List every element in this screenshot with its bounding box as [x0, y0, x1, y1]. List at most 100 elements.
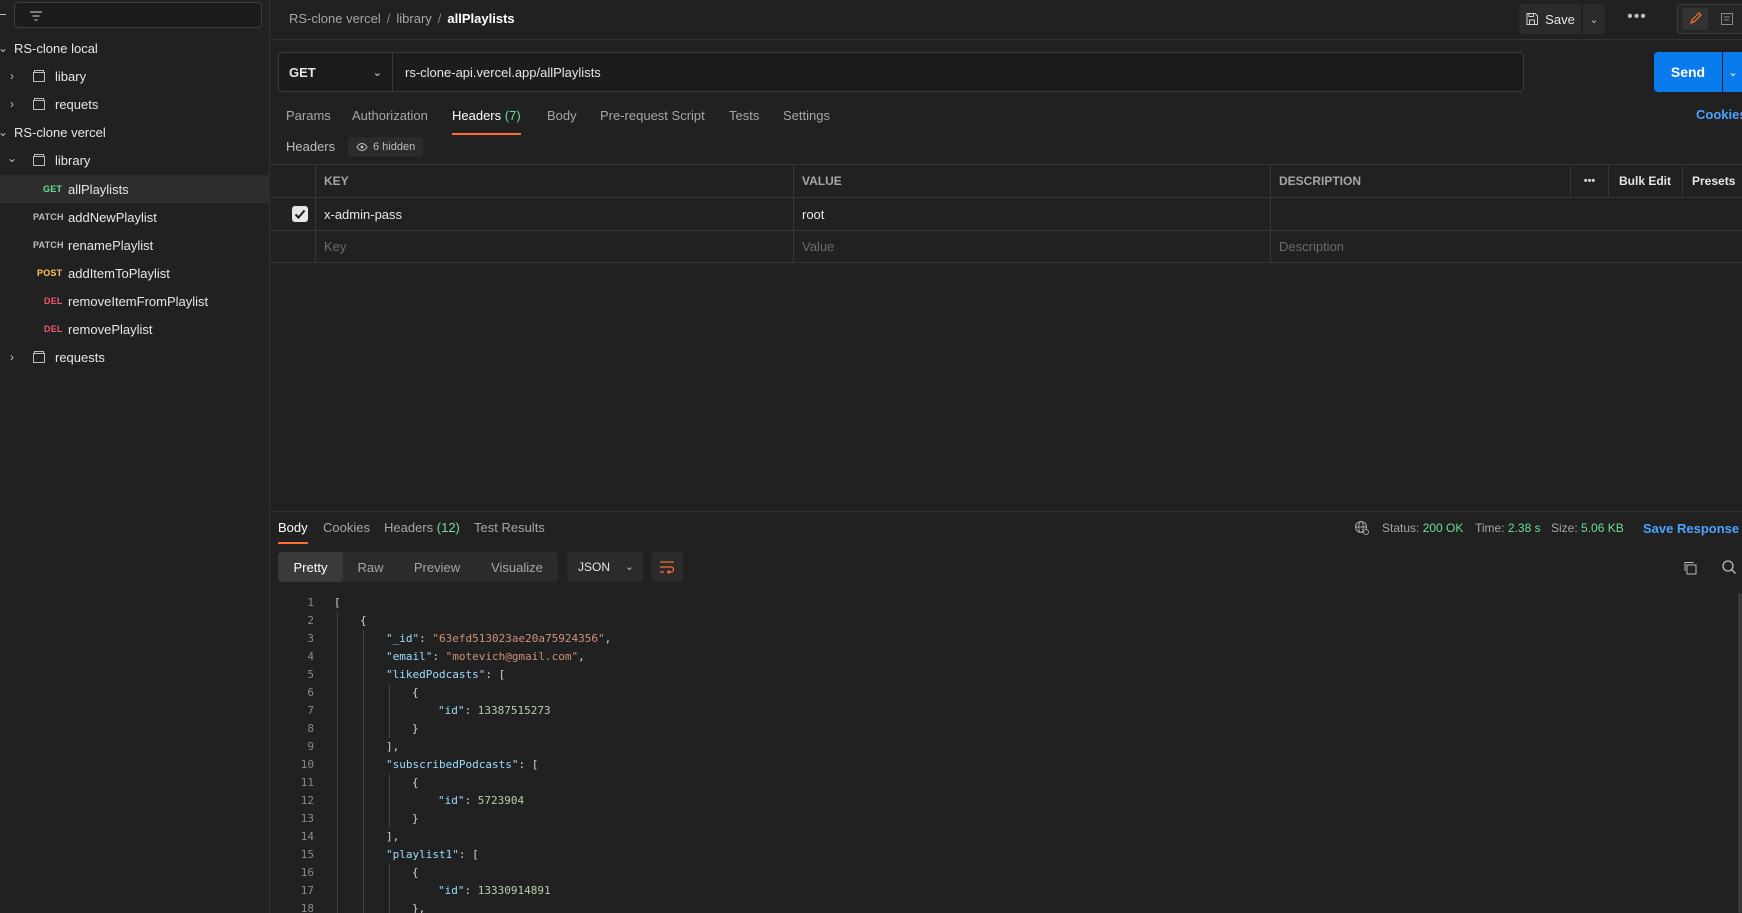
- presets-button[interactable]: Presets: [1682, 165, 1742, 197]
- tab-tests[interactable]: Tests: [729, 108, 759, 136]
- url-input[interactable]: [393, 52, 1524, 92]
- folder-requets[interactable]: › requets: [0, 90, 270, 118]
- hidden-headers-label: 6 hidden: [373, 141, 416, 153]
- chevron-down-icon[interactable]: ⌄: [6, 152, 18, 164]
- view-visualize-button[interactable]: Visualize: [476, 552, 558, 582]
- view-preview-button[interactable]: Preview: [398, 552, 476, 582]
- collection-name: RS-clone vercel: [14, 124, 106, 140]
- copy-icon[interactable]: [1682, 560, 1698, 576]
- request-item-additemtoplaylist[interactable]: POST addItemToPlaylist: [0, 259, 270, 287]
- folder-requests[interactable]: › requests: [0, 343, 270, 371]
- chevron-right-icon[interactable]: ›: [6, 98, 18, 110]
- request-name: allPlaylists: [68, 181, 129, 197]
- chevron-down-icon[interactable]: ⌄: [0, 126, 9, 138]
- response-divider[interactable]: [271, 511, 1742, 512]
- collection-name: RS-clone local: [14, 40, 98, 56]
- more-actions-icon[interactable]: •••: [1625, 7, 1649, 31]
- globe-icon[interactable]: [1354, 520, 1370, 536]
- breadcrumb-separator: /: [437, 11, 442, 26]
- response-tab-body[interactable]: Body: [278, 520, 308, 544]
- code-token: "likedPodcasts": [386, 668, 486, 681]
- tab-params[interactable]: Params: [286, 108, 331, 136]
- response-tab-test-results[interactable]: Test Results: [474, 520, 545, 544]
- response-tab-cookies[interactable]: Cookies: [323, 520, 370, 544]
- edit-mode-button[interactable]: [1682, 8, 1708, 30]
- response-time[interactable]: Time: 2.38 s: [1475, 521, 1541, 535]
- code-token: {: [412, 686, 419, 699]
- new-key-input[interactable]: Key: [315, 231, 793, 262]
- send-options-chevron-icon[interactable]: ⌄: [1723, 52, 1742, 92]
- chevron-down-icon[interactable]: ⌄: [0, 42, 9, 54]
- request-topbar: RS-clone vercel / library / allPlaylists Sav…: [271, 0, 1742, 40]
- breadcrumb-separator: /: [386, 11, 391, 26]
- sidebar: ⌄ RS-clone local › libary › requets ⌄ RS…: [0, 0, 270, 913]
- chevron-right-icon[interactable]: ›: [6, 351, 18, 363]
- chevron-right-icon[interactable]: ›: [6, 70, 18, 82]
- documentation-mode-button[interactable]: [1714, 8, 1740, 30]
- view-raw-button[interactable]: Raw: [343, 552, 398, 582]
- save-button[interactable]: Save: [1519, 4, 1581, 34]
- bulk-edit-button[interactable]: Bulk Edit: [1608, 165, 1682, 197]
- folder-libary[interactable]: › libary: [0, 62, 270, 90]
- code-line: 9],: [271, 738, 1742, 756]
- filter-icon[interactable]: [29, 10, 43, 22]
- header-key-cell[interactable]: x-admin-pass: [315, 198, 793, 230]
- code-line: 14],: [271, 828, 1742, 846]
- code-text: "id": 13330914891: [438, 882, 551, 900]
- send-button[interactable]: Send: [1654, 52, 1722, 92]
- code-token: "subscribedPodcasts": [386, 758, 519, 771]
- request-item-removeitemfromplaylist[interactable]: DEL removeItemFromPlaylist: [0, 287, 270, 315]
- save-options-chevron-icon[interactable]: ⌄: [1583, 4, 1605, 34]
- tab-authorization[interactable]: Authorization: [352, 108, 428, 136]
- wrap-lines-button[interactable]: [651, 552, 683, 582]
- breadcrumb-current[interactable]: allPlaylists: [447, 11, 514, 26]
- breadcrumb-folder[interactable]: library: [396, 11, 431, 26]
- header-enabled-checkbox[interactable]: [292, 206, 308, 222]
- collection-rs-clone-local[interactable]: ⌄ RS-clone local: [0, 34, 270, 62]
- header-value-cell[interactable]: root: [793, 198, 1270, 230]
- request-item-addnewplaylist[interactable]: PATCH addNewPlaylist: [0, 203, 270, 231]
- response-tab-headers[interactable]: Headers (12): [384, 520, 460, 544]
- line-number: 15: [300, 848, 314, 861]
- response-scrollbar[interactable]: [1738, 593, 1742, 913]
- sidebar-filter-input[interactable]: [14, 2, 262, 28]
- request-item-allplaylists[interactable]: GET allPlaylists: [0, 175, 270, 203]
- cookies-link[interactable]: Cookies: [1696, 107, 1742, 122]
- save-response-button[interactable]: Save Response: [1643, 521, 1739, 536]
- folder-library[interactable]: ⌄ library: [0, 146, 270, 174]
- code-line: 15 "playlist1": [: [271, 846, 1742, 864]
- tab-body[interactable]: Body: [547, 108, 577, 136]
- time-label: Time:: [1475, 521, 1505, 535]
- response-size[interactable]: Size: 5.06 KB: [1551, 521, 1624, 535]
- collapse-dash-icon[interactable]: [0, 14, 6, 15]
- hidden-headers-toggle[interactable]: 6 hidden: [348, 137, 424, 157]
- response-body-editor[interactable]: 1[2{3 "_id": "63efd513023ae20a75924356", 4…: [271, 594, 1742, 913]
- line-number: 6: [307, 686, 314, 699]
- response-status[interactable]: Status: 200 OK: [1382, 521, 1463, 535]
- breadcrumb-collection[interactable]: RS-clone vercel: [289, 11, 381, 26]
- size-label: Size:: [1551, 521, 1578, 535]
- code-line: 10 "subscribedPodcasts": [: [271, 756, 1742, 774]
- new-description-input[interactable]: Description: [1270, 231, 1742, 262]
- code-token: :: [432, 650, 446, 663]
- pencil-icon: [1690, 12, 1702, 24]
- table-row: x-admin-pass root: [271, 197, 1742, 230]
- request-item-removeplaylist[interactable]: DEL removePlaylist: [0, 315, 270, 343]
- method-select[interactable]: GET ⌄: [278, 52, 393, 92]
- tab-headers[interactable]: Headers (7): [452, 108, 521, 136]
- line-number: 8: [307, 722, 314, 735]
- document-icon: [1721, 13, 1733, 25]
- tab-pre-request-script[interactable]: Pre-request Script: [600, 108, 705, 136]
- new-value-input[interactable]: Value: [793, 231, 1270, 262]
- search-icon[interactable]: [1721, 559, 1737, 575]
- status-label: Status:: [1382, 521, 1420, 535]
- code-token: 5723904: [477, 794, 525, 807]
- collection-rs-clone-vercel[interactable]: ⌄ RS-clone vercel: [0, 118, 270, 146]
- tab-settings[interactable]: Settings: [783, 108, 830, 136]
- header-description-cell[interactable]: [1270, 198, 1742, 230]
- request-item-renameplaylist[interactable]: PATCH renamePlaylist: [0, 231, 270, 259]
- view-pretty-button[interactable]: Pretty: [278, 552, 343, 582]
- column-options-icon[interactable]: •••: [1570, 165, 1608, 197]
- format-select[interactable]: JSON ⌄: [567, 552, 643, 582]
- line-number: 16: [300, 866, 314, 879]
